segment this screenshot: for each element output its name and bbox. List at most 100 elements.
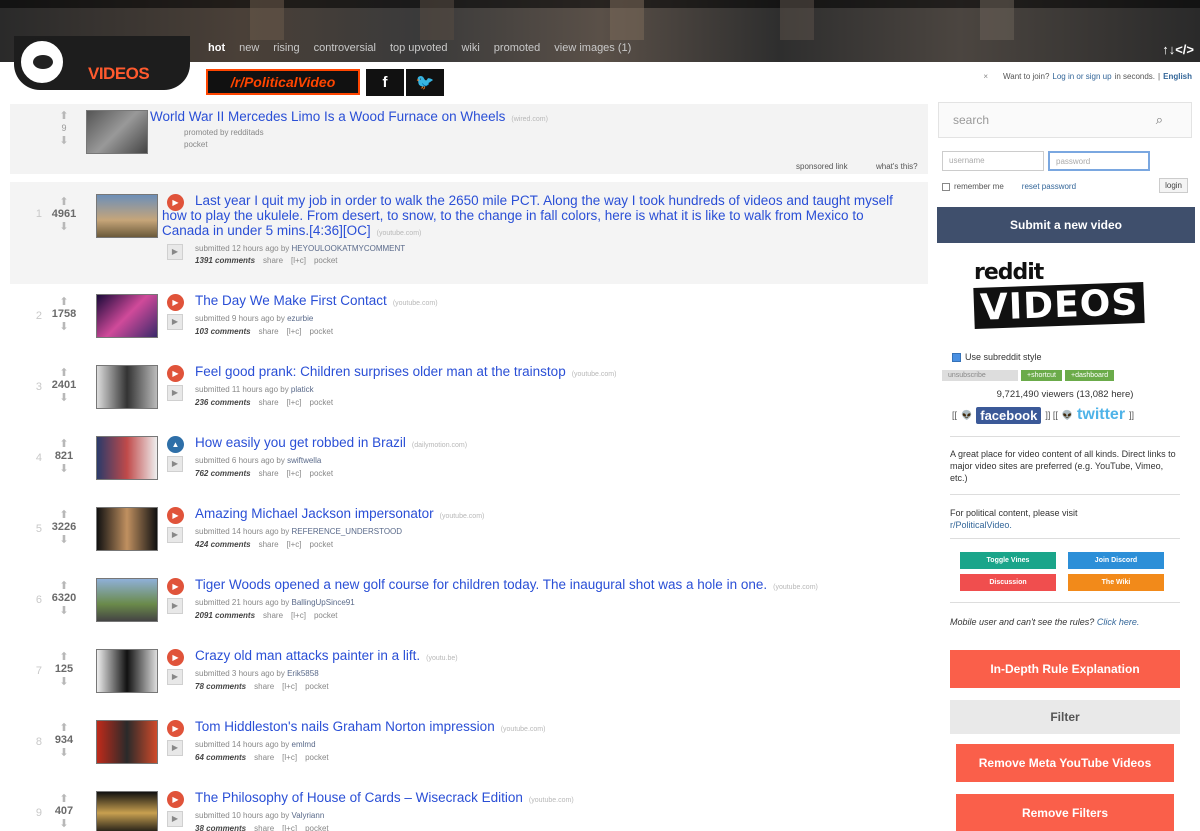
downvote-icon[interactable]: ⬇ (44, 221, 84, 233)
share-link[interactable]: share (254, 753, 274, 762)
post-domain[interactable]: (youtube.com) (572, 371, 617, 378)
downvote-icon[interactable]: ⬇ (44, 321, 84, 333)
comments-link[interactable]: 78 comments (195, 682, 246, 691)
post-thumbnail[interactable] (96, 194, 158, 238)
tab-rising[interactable]: rising (273, 42, 299, 54)
post-domain[interactable]: (youtube.com) (393, 300, 438, 307)
link-comments-link[interactable]: [l+c] (282, 824, 297, 831)
reset-password-link[interactable]: reset password (1022, 182, 1076, 191)
share-link[interactable]: share (254, 682, 274, 691)
wiki-button[interactable]: The Wiki (1068, 574, 1164, 591)
political-video-link[interactable]: /r/PoliticalVideo (206, 69, 360, 95)
twitter-icon[interactable]: 🐦 (406, 69, 444, 96)
post-author[interactable]: ezurbie (287, 314, 313, 323)
share-link[interactable]: share (259, 327, 279, 336)
link-comments-link[interactable]: [l+c] (287, 398, 302, 407)
pocket-link[interactable]: pocket (310, 398, 334, 407)
play-icon[interactable]: ▶ (167, 314, 183, 330)
play-icon[interactable]: ▶ (167, 385, 183, 401)
post-thumbnail[interactable] (86, 110, 148, 154)
tab-wiki[interactable]: wiki (461, 42, 479, 54)
login-signup-link[interactable]: Log in or sign up (1052, 72, 1111, 81)
tab-controversial[interactable]: controversial (314, 42, 376, 54)
username-field[interactable]: username (942, 151, 1044, 171)
language-link[interactable]: English (1163, 72, 1192, 81)
post-thumbnail[interactable] (96, 436, 158, 480)
post-author[interactable]: Valyriann (292, 811, 325, 820)
post-author[interactable]: BallingUpSince91 (292, 598, 355, 607)
submit-video-button[interactable]: Submit a new video (937, 207, 1195, 243)
post-thumbnail[interactable] (96, 649, 158, 693)
link-comments-link[interactable]: [l+c] (287, 469, 302, 478)
dashboard-button[interactable]: +dashboard (1065, 370, 1115, 381)
upvote-icon[interactable]: ⬆ (44, 296, 84, 308)
post-title[interactable]: How easily you get robbed in Brazil (dail… (195, 435, 467, 453)
comments-link[interactable]: 1391 comments (195, 256, 255, 265)
facebook-icon[interactable]: f (366, 69, 404, 96)
post-author[interactable]: REFERENCE_UNDERSTOOD (292, 527, 403, 536)
downvote-icon[interactable]: ⬇ (44, 605, 84, 617)
upvote-icon[interactable]: ⬆ (44, 793, 84, 805)
post-thumbnail[interactable] (96, 294, 158, 338)
post-thumbnail[interactable] (96, 720, 158, 764)
pocket-link[interactable]: pocket (305, 753, 329, 762)
downvote-icon[interactable]: ⬇ (44, 818, 84, 830)
upvote-icon[interactable]: ⬆ (44, 438, 84, 450)
link-comments-link[interactable]: [l+c] (282, 682, 297, 691)
share-link[interactable]: share (259, 398, 279, 407)
play-icon[interactable]: ▶ (167, 456, 183, 472)
login-button[interactable]: login (1159, 178, 1188, 193)
post-title[interactable]: The Day We Make First Contact (youtube.co… (195, 293, 438, 311)
subreddit-style-toggle[interactable]: Use subreddit style (952, 352, 1042, 362)
password-field[interactable]: password (1048, 151, 1150, 171)
comments-link[interactable]: 64 comments (195, 753, 246, 762)
upvote-icon[interactable]: ⬆ (44, 110, 84, 122)
post-author[interactable]: Erik5858 (287, 669, 319, 678)
pocket-link[interactable]: pocket (184, 140, 208, 149)
post-title[interactable]: The Philosophy of House of Cards – Wisec… (195, 790, 574, 808)
tab-promoted[interactable]: promoted (494, 42, 540, 54)
play-icon[interactable]: ▶ (167, 811, 183, 827)
facebook-link[interactable]: facebook (976, 406, 1042, 424)
upvote-icon[interactable]: ⬆ (44, 196, 84, 208)
search-icon[interactable]: ⌕ (1156, 112, 1163, 128)
pocket-link[interactable]: pocket (310, 540, 334, 549)
upvote-icon[interactable]: ⬆ (44, 722, 84, 734)
unsubscribe-button[interactable]: unsubscribe (942, 370, 1018, 381)
remove-meta-button[interactable]: Remove Meta YouTube Videos (956, 744, 1174, 782)
play-icon[interactable]: ▶ (167, 598, 183, 614)
play-icon[interactable]: ▶ (167, 669, 183, 685)
tab-new[interactable]: new (239, 42, 259, 54)
post-domain[interactable]: (youtube.com) (529, 797, 574, 804)
pocket-link[interactable]: pocket (305, 824, 329, 831)
subreddit-logo[interactable]: VIDEOS (14, 36, 190, 90)
share-link[interactable]: share (263, 611, 283, 620)
tab-top[interactable]: top upvoted (390, 42, 448, 54)
post-title[interactable]: Crazy old man attacks painter in a lift.… (195, 648, 458, 666)
tab-hot[interactable]: hot (208, 42, 225, 54)
pocket-link[interactable]: pocket (305, 682, 329, 691)
downvote-icon[interactable]: ⬇ (44, 747, 84, 759)
join-discord-button[interactable]: Join Discord (1068, 552, 1164, 569)
share-link[interactable]: share (254, 824, 274, 831)
post-author[interactable]: platick (291, 385, 314, 394)
pocket-link[interactable]: pocket (314, 611, 338, 620)
post-title[interactable]: World War II Mercedes Limo Is a Wood Fur… (150, 109, 548, 127)
post-title[interactable]: Last year I quit my job in order to walk… (162, 193, 898, 241)
share-link[interactable]: share (259, 469, 279, 478)
discussion-button[interactable]: Discussion (960, 574, 1056, 591)
post-domain[interactable]: (dailymotion.com) (412, 442, 467, 449)
code-icon[interactable]: ↑↓</> (1162, 42, 1194, 57)
post-thumbnail[interactable] (96, 507, 158, 551)
post-domain[interactable]: (youtube.com) (377, 230, 422, 237)
post-domain[interactable]: (youtube.com) (773, 584, 818, 591)
post-thumbnail[interactable] (96, 791, 158, 831)
shortcut-button[interactable]: +shortcut (1021, 370, 1062, 381)
post-domain[interactable]: (youtu.be) (426, 655, 458, 662)
post-thumbnail[interactable] (96, 578, 158, 622)
link-comments-link[interactable]: [l+c] (291, 256, 306, 265)
tab-view-images[interactable]: view images (1) (554, 42, 631, 54)
remove-filters-button[interactable]: Remove Filters (956, 794, 1174, 831)
comments-link[interactable]: 236 comments (195, 398, 251, 407)
post-author[interactable]: swiftwella (287, 456, 321, 465)
